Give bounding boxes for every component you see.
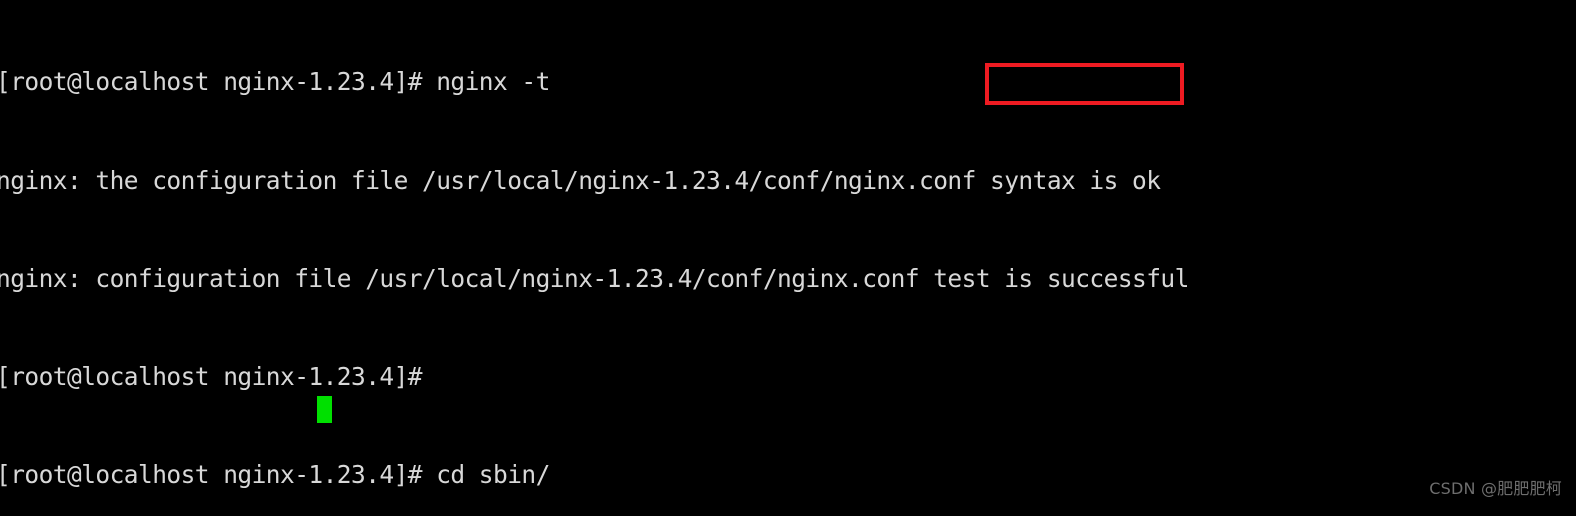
terminal-line: [root@localhost nginx-1.23.4]# nginx -t [0, 66, 1576, 99]
terminal-text-segment: [root@localhost nginx-1.23.4]# nginx -t [0, 67, 550, 97]
terminal-cursor [317, 396, 332, 423]
terminal-window[interactable]: [root@localhost nginx-1.23.4]# nginx -t … [0, 0, 1576, 516]
terminal-line: nginx: configuration file /usr/local/ngi… [0, 263, 1576, 296]
terminal-line: nginx: the configuration file /usr/local… [0, 165, 1576, 198]
terminal-text-segment: nginx: configuration file /usr/local/ngi… [0, 263, 1189, 293]
terminal-screen[interactable]: [root@localhost nginx-1.23.4]# nginx -t … [0, 1, 1576, 516]
csdn-watermark: CSDN @肥肥肥柯 [1429, 479, 1562, 499]
terminal-text-segment: nginx: the configuration file /usr/local… [0, 165, 1161, 195]
terminal-text-segment: [root@localhost nginx-1.23.4]# [0, 361, 437, 391]
terminal-line: [root@localhost nginx-1.23.4]# cd sbin/ [0, 459, 1576, 492]
terminal-line: [root@localhost nginx-1.23.4]# [0, 361, 1576, 394]
terminal-text-segment: [root@localhost nginx-1.23.4]# cd sbin/ [0, 459, 550, 489]
